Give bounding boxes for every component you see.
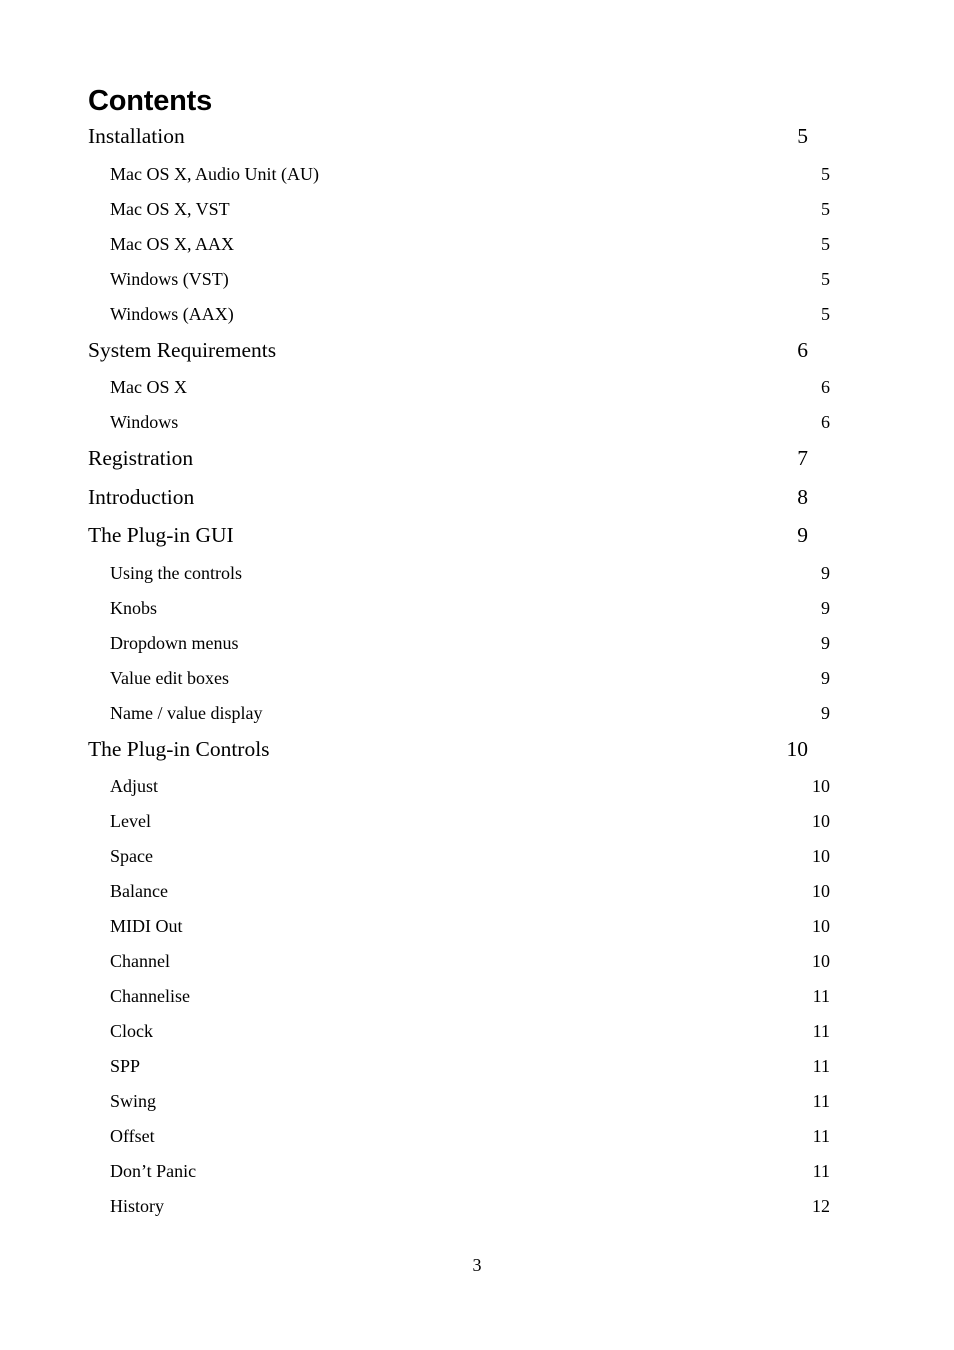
toc-entry-page-number: 10	[786, 736, 809, 761]
toc-entry-label: The Plug-in Controls	[88, 736, 270, 761]
toc-entry-page-number: 5	[821, 233, 830, 254]
toc-entry[interactable]: Windows (AAX) 5	[110, 288, 830, 323]
toc-entry-label: Mac OS X, AAX	[110, 233, 234, 254]
toc-entry-page-number: 6	[797, 337, 808, 362]
toc-entry[interactable]: The Plug-in Controls 10	[88, 722, 808, 761]
toc-entry[interactable]: Mac OS X, AAX 5	[110, 218, 830, 253]
toc-entry-label: Channel	[110, 951, 170, 971]
toc-entry[interactable]: Balance 10	[110, 865, 830, 900]
toc-entry[interactable]: Adjust 10	[110, 760, 830, 795]
toc-entry-page-number: 11	[812, 1091, 830, 1111]
toc-entry[interactable]: Channel 10	[110, 935, 830, 970]
toc-entry[interactable]: Channelise 11	[110, 970, 830, 1005]
toc-entry-label: Mac OS X, Audio Unit (AU)	[110, 163, 319, 184]
toc-entry[interactable]: The Plug-in GUI 9	[88, 508, 808, 547]
toc-entry-label: Level	[110, 811, 151, 831]
toc-entry-page-number: 12	[812, 1196, 830, 1216]
toc-entry-page-number: 9	[821, 597, 830, 618]
toc-entry[interactable]: Don’t Panic 11	[110, 1145, 830, 1180]
toc-entry-page-number: 5	[821, 198, 830, 219]
toc-entry-page-number: 9	[821, 667, 830, 688]
toc-entry[interactable]: Installation 5	[88, 124, 808, 148]
toc-entry[interactable]: Swing 11	[110, 1075, 830, 1110]
toc-entry[interactable]: Windows (VST) 5	[110, 253, 830, 288]
toc-entry[interactable]: Mac OS X, VST 5	[110, 183, 830, 218]
toc-entry[interactable]: Mac OS X, Audio Unit (AU) 5	[110, 148, 830, 183]
toc-entry-label: Value edit boxes	[110, 667, 229, 688]
toc-entry[interactable]: Offset 11	[110, 1110, 830, 1145]
toc-entry-label: Windows (VST)	[110, 268, 229, 289]
toc-entry-label: Registration	[88, 446, 194, 470]
toc-entry[interactable]: SPP 11	[110, 1040, 830, 1075]
table-of-contents: Contents Installation 5 Mac OS X, Audio Un…	[88, 84, 830, 1215]
toc-entry[interactable]: System Requirements 6	[88, 323, 808, 362]
toc-entry-label: Windows	[110, 412, 179, 432]
toc-entry-page-number: 5	[797, 124, 808, 148]
toc-entry-label: Mac OS X	[110, 377, 187, 397]
toc-entry[interactable]: Knobs 9	[110, 582, 830, 617]
toc-entry-label: Knobs	[110, 597, 158, 618]
toc-entry-page-number: 10	[812, 811, 830, 831]
toc-entry-label: Name / value display	[110, 702, 263, 723]
toc-entry-page-number: 5	[821, 303, 830, 324]
toc-entry[interactable]: Clock 11	[110, 1005, 830, 1040]
toc-entry-page-number: 9	[821, 702, 830, 723]
toc-entry[interactable]: Mac OS X 6	[110, 361, 830, 396]
toc-entry-page-number: 11	[812, 1126, 830, 1146]
toc-entry-label: System Requirements	[88, 337, 277, 362]
toc-entry-page-number: 11	[812, 1021, 830, 1041]
toc-entry-label: Adjust	[110, 776, 159, 796]
toc-entry-label: Channelise	[110, 986, 190, 1006]
footer-page-number: 3	[472, 1255, 482, 1275]
toc-entry-label: Offset	[110, 1126, 155, 1146]
toc-entry-label: Space	[110, 846, 153, 866]
toc-entry-label: SPP	[110, 1056, 141, 1076]
toc-entry-page-number: 9	[821, 632, 830, 653]
toc-entry-page-number: 9	[821, 562, 830, 583]
toc-entry-label: Windows (AAX)	[110, 303, 234, 324]
toc-entry-label: Clock	[110, 1021, 153, 1041]
toc-entry-page-number: 11	[812, 1161, 830, 1181]
toc-entry-page-number: 11	[812, 986, 830, 1006]
toc-entry[interactable]: Space 10	[110, 830, 830, 865]
toc-entry[interactable]: Dropdown menus 9	[110, 617, 830, 652]
toc-entry[interactable]: Value edit boxes 9	[110, 652, 830, 687]
toc-entry-page-number: 10	[812, 951, 830, 971]
toc-entry-label: Introduction	[88, 484, 195, 509]
toc-entry-label: Dropdown menus	[110, 632, 239, 653]
toc-entry-page-number: 6	[821, 377, 830, 397]
toc-entry[interactable]: Using the controls 9	[110, 547, 830, 582]
toc-entry-label: History	[110, 1196, 164, 1216]
toc-entry[interactable]: Introduction 8	[88, 470, 808, 509]
toc-entry-label: The Plug-in GUI	[88, 523, 234, 547]
toc-entry-page-number: 5	[821, 268, 830, 289]
toc-entry[interactable]: Windows 6	[110, 396, 830, 431]
toc-entry[interactable]: MIDI Out 10	[110, 900, 830, 935]
toc-entry-label: Using the controls	[110, 562, 242, 583]
toc-entry-page-number: 6	[821, 412, 830, 432]
toc-entry[interactable]: Registration 7	[88, 431, 808, 470]
toc-entry-page-number: 10	[812, 776, 830, 796]
toc-entry-page-number: 9	[797, 523, 808, 547]
toc-entry[interactable]: Level 10	[110, 795, 830, 830]
toc-entry-label: Balance	[110, 881, 168, 901]
toc-entry-page-number: 8	[797, 484, 808, 509]
toc-entry-label: Installation	[88, 124, 185, 148]
toc-entry-page-number: 7	[797, 446, 808, 470]
toc-entry[interactable]: Name / value display 9	[110, 687, 830, 722]
toc-entry[interactable]: History 12	[110, 1180, 830, 1215]
toc-entry-label: Don’t Panic	[110, 1161, 197, 1181]
toc-entry-page-number: 5	[821, 163, 830, 184]
toc-entry-list: Installation 5 Mac OS X, Audio Unit (AU) 5 M…	[88, 124, 830, 1215]
toc-entry-page-number: 10	[812, 881, 830, 901]
toc-entry-label: Mac OS X, VST	[110, 198, 230, 219]
toc-entry-page-number: 10	[812, 846, 830, 866]
toc-entry-page-number: 11	[812, 1056, 830, 1076]
toc-entry-label: Swing	[110, 1091, 157, 1111]
document-page: Contents Installation 5 Mac OS X, Audio Un…	[0, 0, 954, 1350]
toc-entry-page-number: 10	[812, 916, 830, 936]
page-title: Contents	[88, 85, 213, 117]
toc-entry-label: MIDI Out	[110, 916, 183, 936]
